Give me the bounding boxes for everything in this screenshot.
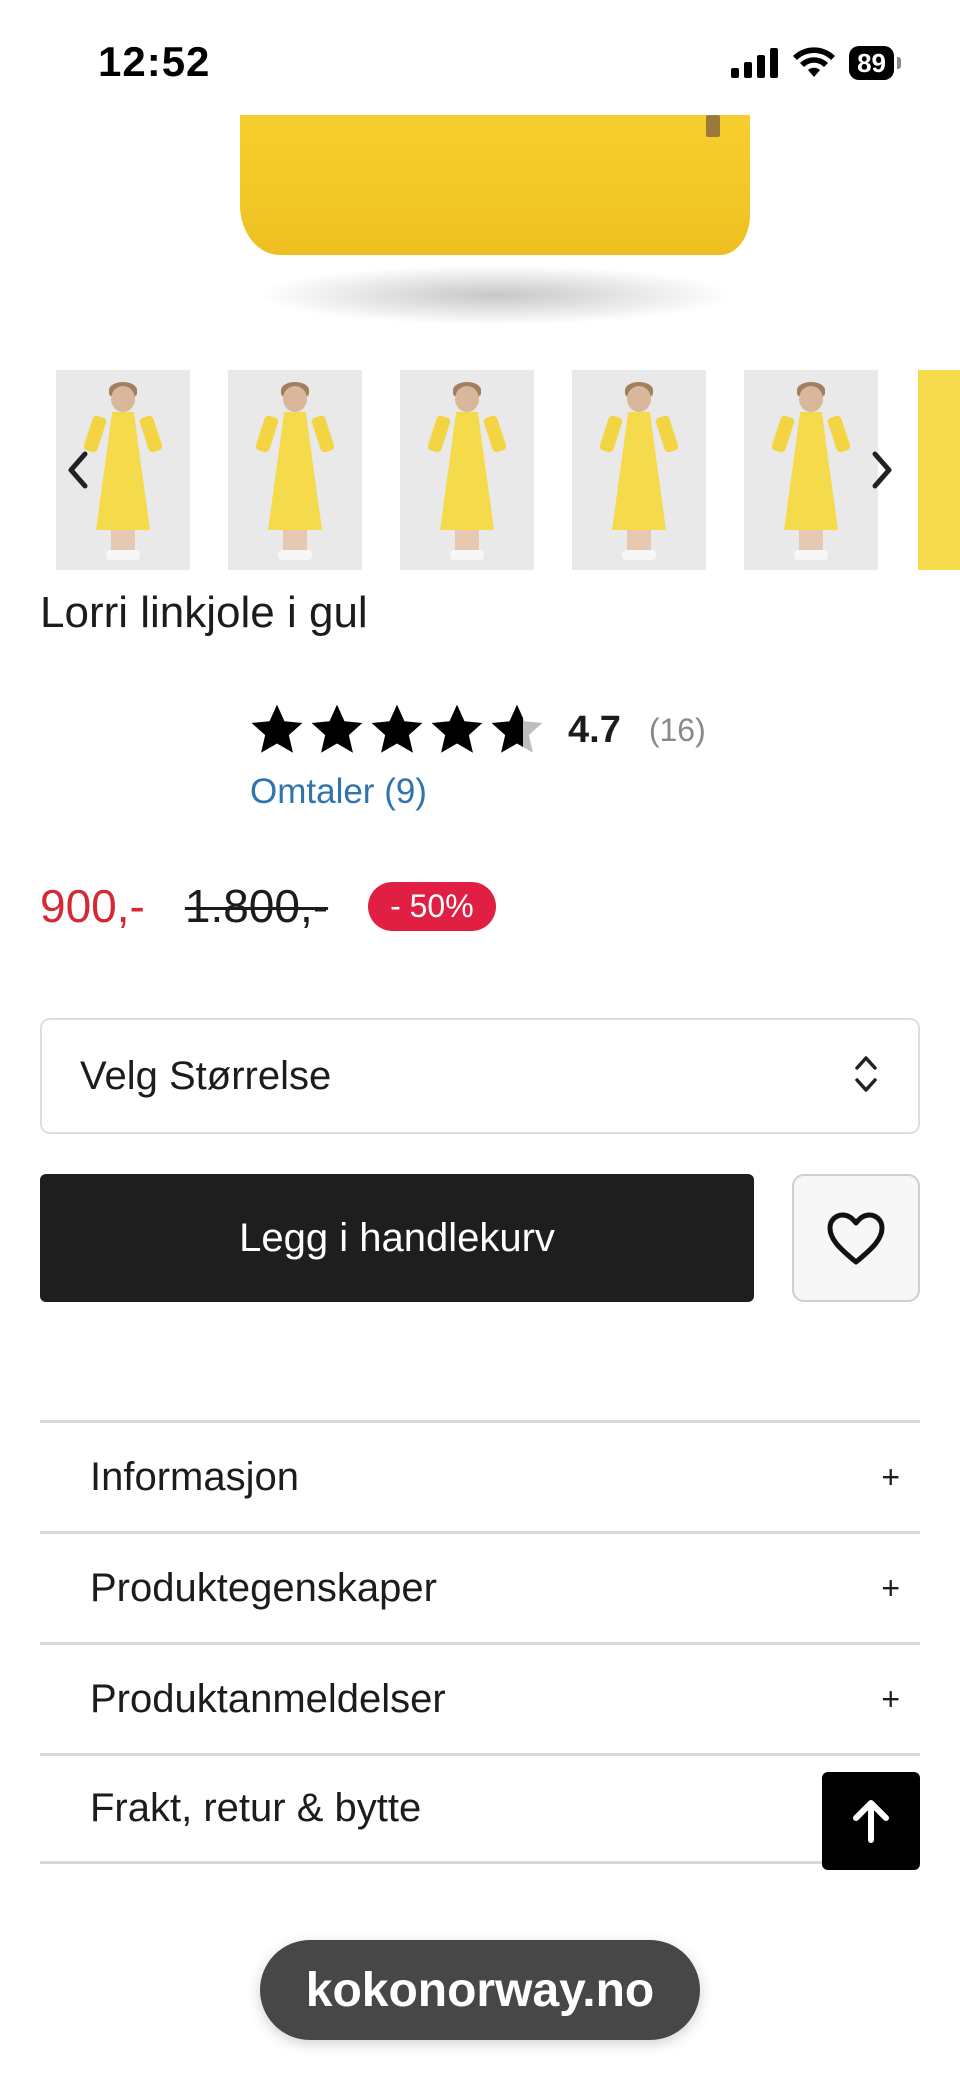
current-price: 900,- (40, 880, 145, 932)
plus-icon: + (881, 1680, 900, 1717)
plus-icon: + (881, 1569, 900, 1606)
star-icon (251, 704, 303, 753)
thumbnail[interactable] (744, 370, 878, 570)
price-row: 900,- 1.800,- - 50% (40, 876, 496, 936)
thumbnail[interactable] (918, 370, 960, 570)
accordion-label: Produktanmeldelser (90, 1676, 446, 1721)
back-to-top-button[interactable] (822, 1772, 920, 1870)
chevron-left-icon (68, 451, 88, 489)
wishlist-button[interactable] (792, 1174, 920, 1302)
status-icons: 89 (731, 46, 901, 80)
discount-badge: - 50% (368, 881, 496, 931)
dress-hem (240, 115, 750, 255)
dress-label-tag (706, 115, 720, 137)
dress-shadow (255, 265, 735, 325)
rating-stars (248, 701, 546, 759)
gallery-prev-button[interactable] (58, 440, 98, 500)
star-icon (371, 704, 423, 753)
status-bar: 12:52 89 (0, 0, 960, 115)
thumbnail[interactable] (572, 370, 706, 570)
status-time: 12:52 (98, 38, 211, 85)
gallery-next-button[interactable] (862, 440, 902, 500)
rating-value: 4.7 (568, 708, 621, 751)
signal-icon (731, 48, 779, 78)
plus-icon: + (881, 1458, 900, 1495)
add-to-cart-button[interactable]: Legg i handlekurv (40, 1174, 754, 1302)
star-icon (311, 704, 363, 753)
arrow-up-icon (853, 1800, 889, 1843)
accordion-label: Produktegenskaper (90, 1565, 437, 1610)
accordion-label: Informasjon (90, 1454, 299, 1499)
size-select-label: Velg Størrelse (80, 1053, 332, 1098)
product-rating[interactable]: 4.7 (16) (248, 698, 706, 762)
thumbnail[interactable] (228, 370, 362, 570)
chevron-updown-icon (852, 1051, 880, 1102)
size-select[interactable]: Velg Størrelse (40, 1018, 920, 1134)
product-accordion: Informasjon + Produktegenskaper + Produk… (40, 1420, 920, 1864)
wifi-icon (793, 47, 836, 77)
thumbnail[interactable] (400, 370, 534, 570)
rating-count: (16) (648, 711, 706, 748)
heart-icon (827, 1212, 885, 1265)
original-price: 1.800,- (184, 880, 329, 932)
battery-indicator: 89 (849, 46, 901, 80)
star-half-icon (491, 704, 543, 753)
browser-url-bar[interactable]: kokonorway.no (260, 1940, 700, 2040)
reviews-link[interactable]: Omtaler (9) (250, 772, 427, 812)
thumbnail-strip (0, 370, 960, 570)
product-main-image[interactable] (0, 115, 960, 345)
accordion-item-frakt[interactable]: Frakt, retur & bytte (40, 1753, 920, 1864)
accordion-label: Frakt, retur & bytte (90, 1786, 422, 1830)
product-title: Lorri linkjole i gul (40, 588, 368, 637)
chevron-right-icon (872, 451, 892, 489)
accordion-item-informasjon[interactable]: Informasjon + (40, 1420, 920, 1531)
accordion-item-produktegenskaper[interactable]: Produktegenskaper + (40, 1531, 920, 1642)
accordion-item-produktanmeldelser[interactable]: Produktanmeldelser + (40, 1642, 920, 1753)
star-icon (431, 704, 483, 753)
